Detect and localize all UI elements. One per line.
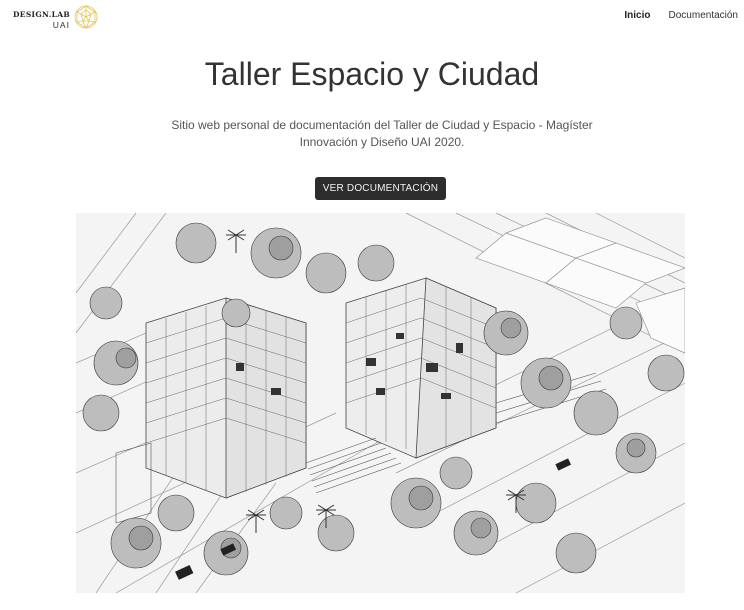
nav-link-documentacion[interactable]: Documentación	[669, 10, 738, 21]
brand-text: DESIGN.LAB UAI	[13, 4, 70, 30]
page-title: Taller Espacio y Ciudad	[204, 56, 540, 92]
geodesic-sphere-icon	[73, 4, 99, 35]
brand-subname: UAI	[52, 20, 70, 30]
nav-link-inicio[interactable]: Inicio	[624, 10, 650, 21]
hero-image	[76, 213, 685, 593]
main-nav: Inicio Documentación	[624, 10, 738, 21]
hero-subtitle: Sitio web personal de documentación del …	[171, 118, 593, 149]
view-documentation-button[interactable]: VER DOCUMENTACIÓN	[315, 177, 446, 200]
navbar: DESIGN.LAB UAI Inicio Documentación	[0, 0, 744, 34]
architectural-drawing	[76, 213, 685, 593]
brand-logo-link[interactable]: DESIGN.LAB UAI	[13, 4, 99, 30]
brand-name: DESIGN.LAB	[13, 10, 70, 19]
